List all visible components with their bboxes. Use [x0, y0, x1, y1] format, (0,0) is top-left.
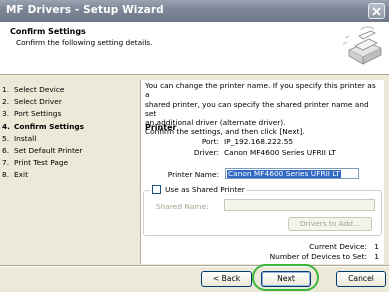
step-label: Exit [14, 170, 28, 180]
printer-wizard-icon [342, 26, 382, 65]
shared-name-label: Shared Name: [156, 202, 209, 211]
shared-name-input [224, 199, 375, 211]
close-button[interactable] [368, 3, 385, 19]
step-label: Print Test Page [14, 158, 69, 168]
wizard-header: Confirm Settings Confirm the following s… [0, 22, 389, 75]
page-subtitle: Confirm the following setting details. [16, 38, 153, 47]
step-item: 3. Port Settings [2, 108, 140, 120]
settings-panel: You can change the printer name. If you … [140, 80, 384, 264]
intro-text: You can change the printer name. If you … [145, 81, 381, 137]
printer-section-title: Printer [145, 123, 177, 132]
shared-printer-checkbox[interactable]: Use as Shared Printer [150, 185, 247, 194]
printer-name-selected-text: Canon MF4600 Series UFRII LT [227, 169, 341, 178]
devices-to-set-value: 1 [374, 251, 379, 261]
step-number: 1. [2, 85, 10, 94]
footer-divider [0, 265, 389, 267]
checkbox-box[interactable] [152, 185, 161, 194]
current-device-row: Current Device: 1 [221, 242, 381, 252]
step-label: Port Settings [14, 109, 62, 119]
step-number: 4. [2, 121, 10, 131]
port-value: IP_192.168.222.55 [224, 137, 294, 146]
driver-value: Canon MF4600 Series UFRII LT [224, 148, 336, 157]
step-label: Install [14, 133, 37, 143]
devices-to-set-row: Number of Devices to Set: 1 [221, 252, 381, 262]
next-highlight-circle [252, 264, 319, 291]
driver-label: Driver: [193, 148, 219, 157]
step-number: 3. [2, 109, 10, 119]
step-item-current: 4. Confirm Settings [2, 121, 140, 133]
setup-wizard-window: MF Drivers - Setup Wizard Confirm Settin… [0, 0, 389, 292]
step-label: Confirm Settings [14, 121, 85, 131]
step-number: 8. [2, 170, 10, 180]
step-label: Select Device [14, 85, 65, 94]
back-button[interactable]: < Back [201, 271, 252, 287]
shared-printer-checkbox-label: Use as Shared Printer [165, 185, 245, 194]
page-title: Confirm Settings [10, 27, 86, 36]
step-item: 1. Select Device [2, 84, 140, 96]
window-title: MF Drivers - Setup Wizard [6, 4, 164, 16]
step-number: 5. [2, 133, 10, 143]
step-number: 7. [2, 158, 10, 168]
intro-line: shared printer, you can specify the shar… [145, 99, 369, 118]
intro-line: Confirm the settings, and then click [Ne… [145, 127, 305, 137]
device-counts: Current Device: 1 Number of Devices to S… [221, 242, 381, 261]
current-device-label: Current Device: [309, 242, 367, 251]
cancel-button[interactable]: Cancel [336, 271, 386, 287]
current-device-value: 1 [374, 242, 379, 251]
step-item: 7. Print Test Page [2, 157, 140, 169]
step-label: Set Default Printer [14, 145, 83, 155]
port-label: Port: [201, 137, 219, 146]
step-label: Select Driver [14, 97, 62, 107]
intro-line: an additional driver (alternate driver). [145, 118, 286, 128]
title-bar[interactable]: MF Drivers - Setup Wizard [0, 0, 389, 22]
step-item: 2. Select Driver [2, 96, 140, 108]
step-number: 2. [2, 97, 10, 107]
step-number: 6. [2, 145, 10, 155]
drivers-to-add-button: Drivers to Add... [288, 217, 372, 231]
shared-printer-group: Use as Shared Printer Shared Name: Drive… [143, 185, 382, 236]
close-icon [372, 7, 381, 16]
printer-name-label: Printer Name: [167, 170, 219, 179]
intro-line: You can change the printer name. If you … [145, 81, 376, 100]
devices-to-set-label: Number of Devices to Set: [269, 251, 367, 261]
wizard-steps: 1. Select Device 2. Select Driver 3. Por… [2, 84, 140, 182]
printer-name-input[interactable]: Canon MF4600 Series UFRII LT [225, 168, 359, 179]
